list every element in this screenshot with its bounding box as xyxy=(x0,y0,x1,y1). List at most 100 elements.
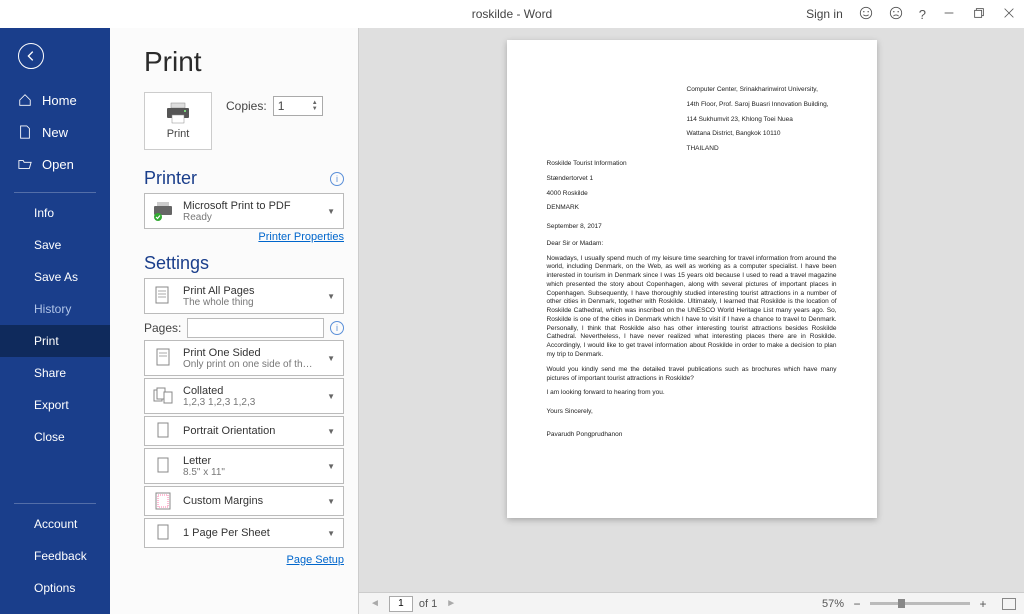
nav-history[interactable]: History xyxy=(0,293,110,325)
file-icon xyxy=(18,125,32,139)
nav-new[interactable]: New xyxy=(0,116,110,148)
pages-label: Pages: xyxy=(144,321,181,335)
preview-page: Computer Center, Srinakharinwirot Univer… xyxy=(507,40,877,518)
preview-footer: ◄ of 1 ► 57% − + xyxy=(359,592,1024,614)
back-button[interactable] xyxy=(0,28,110,84)
pages-per-sheet-select[interactable]: 1 Page Per Sheet ▼ xyxy=(144,518,344,548)
printer-status: Ready xyxy=(183,212,317,223)
printer-properties-link[interactable]: Printer Properties xyxy=(144,231,344,243)
paper-size-select[interactable]: Letter 8.5" x 11" ▼ xyxy=(144,448,344,484)
nav-share[interactable]: Share xyxy=(0,357,110,389)
nav-save[interactable]: Save xyxy=(0,229,110,261)
chevron-down-icon: ▼ xyxy=(325,427,337,436)
nav-label: Info xyxy=(34,206,54,220)
nav-label: Save As xyxy=(34,270,78,284)
titlebar: roskilde - Word Sign in ? xyxy=(0,0,1024,28)
pages-input[interactable] xyxy=(187,318,324,338)
spinner-icon[interactable]: ▲▼ xyxy=(312,100,318,112)
dropdown-title: Collated xyxy=(183,385,317,397)
recipient-line: Roskilde Tourist Information xyxy=(547,160,837,169)
letter-date: September 8, 2017 xyxy=(547,223,837,232)
nav-open[interactable]: Open xyxy=(0,148,110,180)
page-setup-link[interactable]: Page Setup xyxy=(144,554,344,566)
letter-closing: Yours Sincerely, xyxy=(547,408,837,417)
sender-line: THAILAND xyxy=(687,145,837,154)
info-icon[interactable]: i xyxy=(330,321,344,335)
print-range-select[interactable]: Print All Pages The whole thing ▼ xyxy=(144,278,344,314)
close-icon[interactable] xyxy=(1002,6,1016,23)
folder-open-icon xyxy=(18,157,32,171)
collate-select[interactable]: Collated 1,2,3 1,2,3 1,2,3 ▼ xyxy=(144,378,344,414)
margins-select[interactable]: Custom Margins ▼ xyxy=(144,486,344,516)
dropdown-title: Portrait Orientation xyxy=(183,425,317,437)
printer-ready-icon xyxy=(151,199,175,223)
copies-input[interactable]: 1 ▲▼ xyxy=(273,96,323,116)
doc-title: roskilde - Word xyxy=(472,7,552,21)
nav-label: Account xyxy=(34,517,77,531)
nav-close[interactable]: Close xyxy=(0,421,110,453)
nav-export[interactable]: Export xyxy=(0,389,110,421)
restore-icon[interactable] xyxy=(972,6,986,23)
zoom-out-button[interactable]: − xyxy=(850,597,864,611)
nav-label: New xyxy=(42,125,68,140)
copies-label: Copies: xyxy=(226,99,267,113)
prev-page-button[interactable]: ◄ xyxy=(367,598,383,609)
nav-label: Save xyxy=(34,238,61,252)
page-heading: Print xyxy=(144,46,344,78)
portrait-icon xyxy=(151,419,175,443)
zoom-in-button[interactable]: + xyxy=(976,597,990,611)
letter-body: I am looking forward to hearing from you… xyxy=(547,389,837,398)
signin-link[interactable]: Sign in xyxy=(806,7,843,21)
back-arrow-icon xyxy=(18,43,44,69)
nav-home[interactable]: Home xyxy=(0,84,110,116)
letter-body: Would you kindly send me the detailed tr… xyxy=(547,366,837,384)
face-smile-icon[interactable] xyxy=(859,6,873,23)
nav-label: Options xyxy=(34,581,75,595)
nav-print[interactable]: Print xyxy=(0,325,110,357)
printer-select[interactable]: Microsoft Print to PDF Ready ▼ xyxy=(144,193,344,229)
pages-icon xyxy=(151,284,175,308)
nav-options[interactable]: Options xyxy=(0,572,110,604)
printer-icon xyxy=(165,102,191,124)
sender-line: 114 Sukhumvit 23, Khlong Toei Nuea xyxy=(687,116,837,125)
minimize-icon[interactable] xyxy=(942,6,956,23)
printer-section-heading: Printer xyxy=(144,168,197,189)
orientation-select[interactable]: Portrait Orientation ▼ xyxy=(144,416,344,446)
nav-account[interactable]: Account xyxy=(0,508,110,540)
chevron-down-icon: ▼ xyxy=(325,354,337,363)
nav-info[interactable]: Info xyxy=(0,197,110,229)
sides-select[interactable]: Print One Sided Only print on one side o… xyxy=(144,340,344,376)
backstage-sidebar: Home New Open Info Save Save As History … xyxy=(0,28,110,614)
sender-line: 14th Floor, Prof. Saroj Buasri Innovatio… xyxy=(687,101,837,110)
dropdown-subtitle: The whole thing xyxy=(183,297,317,308)
home-icon xyxy=(18,93,32,107)
help-icon[interactable]: ? xyxy=(919,7,926,22)
dropdown-title: Print All Pages xyxy=(183,285,317,297)
chevron-down-icon: ▼ xyxy=(325,207,337,216)
nav-label: Close xyxy=(34,430,65,444)
info-icon[interactable]: i xyxy=(330,172,344,186)
nav-label: History xyxy=(34,302,71,316)
chevron-down-icon: ▼ xyxy=(325,462,337,471)
nav-label: Print xyxy=(34,334,59,348)
page-number-input[interactable] xyxy=(389,596,413,612)
print-button-label: Print xyxy=(167,128,190,140)
nav-feedback[interactable]: Feedback xyxy=(0,540,110,572)
dropdown-title: Letter xyxy=(183,455,317,467)
zoom-slider[interactable] xyxy=(870,602,970,605)
dropdown-subtitle: Only print on one side of th… xyxy=(183,359,317,370)
next-page-button[interactable]: ► xyxy=(443,598,459,609)
face-sad-icon[interactable] xyxy=(889,6,903,23)
dropdown-subtitle: 8.5" x 11" xyxy=(183,467,317,478)
copies-value: 1 xyxy=(278,99,285,113)
sender-line: Computer Center, Srinakharinwirot Univer… xyxy=(687,86,837,95)
zoom-percent: 57% xyxy=(822,598,844,610)
nav-saveas[interactable]: Save As xyxy=(0,261,110,293)
margins-icon xyxy=(151,489,175,513)
collated-icon xyxy=(151,384,175,408)
print-button[interactable]: Print xyxy=(144,92,212,150)
dropdown-subtitle: 1,2,3 1,2,3 1,2,3 xyxy=(183,397,317,408)
nav-label: Export xyxy=(34,398,69,412)
nav-label: Share xyxy=(34,366,66,380)
fit-to-window-button[interactable] xyxy=(1002,598,1016,610)
